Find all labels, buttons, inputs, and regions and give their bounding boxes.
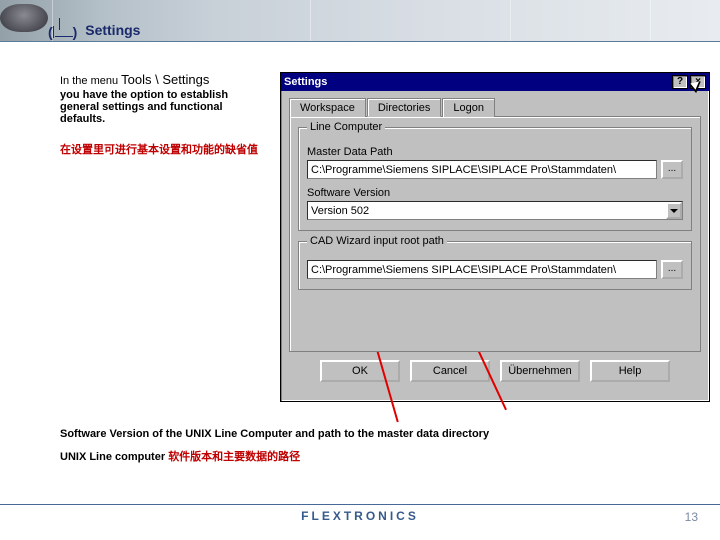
intro-body: you have the option to establish general… (60, 89, 228, 125)
tab-workspace[interactable]: Workspace (289, 98, 366, 117)
bottom-caption: Software Version of the UNIX Line Comput… (60, 428, 660, 464)
header-decorative-image (0, 4, 48, 32)
dialog-titlebar: Settings ? × (281, 73, 709, 91)
browse-button-cad[interactable]: ... (661, 260, 683, 279)
browse-button[interactable]: ... (661, 160, 683, 179)
page-title: () Settings (48, 22, 140, 38)
bottom-line2-red: 软件版本和主要数据的路径 (168, 451, 300, 463)
software-version-select[interactable] (307, 201, 683, 220)
footer: FLEXTRONICS (0, 504, 720, 526)
intro-menu-path: Tools \ Settings (121, 72, 209, 87)
tab-directories[interactable]: Directories (367, 98, 442, 117)
group-cad-wizard: CAD Wizard input root path ... (298, 241, 692, 290)
tabs-row: Workspace Directories Logon (289, 97, 701, 116)
group-line-computer: Line Computer Master Data Path ... Softw… (298, 127, 692, 231)
slide-header: () Settings (0, 0, 720, 44)
title-glyph: () (48, 24, 77, 40)
help-button[interactable]: Help (590, 360, 670, 382)
ok-button[interactable]: OK (320, 360, 400, 382)
intro-block: In the menu Tools \ Settings you have th… (60, 72, 270, 157)
settings-dialog: Settings ? × Workspace Directories Logon… (280, 72, 710, 402)
group-label-cad: CAD Wizard input root path (307, 235, 447, 247)
dialog-title: Settings (284, 76, 670, 88)
bottom-line2-pre: UNIX Line computer (60, 451, 168, 463)
dialog-button-row: OK Cancel Übernehmen Help (281, 360, 709, 382)
footer-logo: FLEXTRONICS (301, 509, 419, 523)
master-data-path-input[interactable] (307, 160, 657, 179)
tab-logon[interactable]: Logon (442, 98, 495, 117)
apply-button[interactable]: Übernehmen (500, 360, 580, 382)
help-icon[interactable]: ? (672, 75, 688, 89)
software-version-label: Software Version (307, 187, 683, 199)
group-label-line-computer: Line Computer (307, 121, 385, 133)
master-data-path-label: Master Data Path (307, 146, 683, 158)
tab-panel: Line Computer Master Data Path ... Softw… (289, 116, 701, 352)
bottom-line1: Software Version of the UNIX Line Comput… (60, 428, 489, 440)
intro-red-line: 在设置里可进行基本设置和功能的缺省值 (60, 141, 270, 157)
chevron-down-icon[interactable] (666, 202, 682, 219)
cancel-button[interactable]: Cancel (410, 360, 490, 382)
page-number: 13 (685, 510, 698, 524)
cad-root-path-input[interactable] (307, 260, 657, 279)
page-title-text: Settings (85, 22, 140, 38)
intro-prefix: In the menu (60, 75, 121, 87)
